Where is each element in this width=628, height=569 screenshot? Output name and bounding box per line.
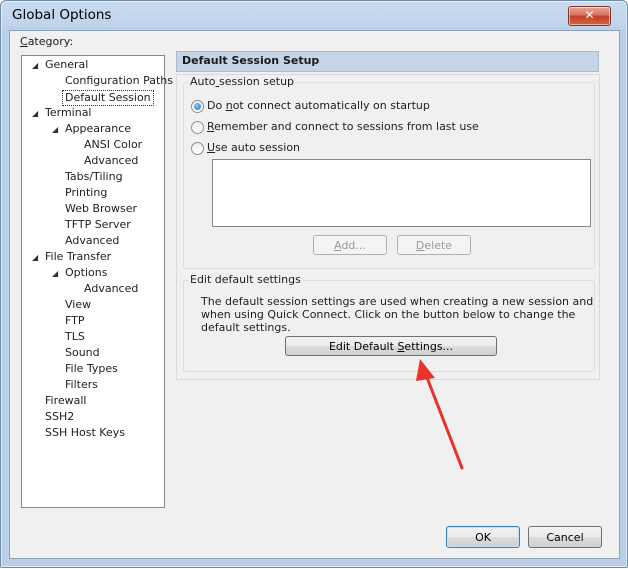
annotation-arrow: [416, 359, 464, 470]
annotation-arrow-overlay: [416, 359, 464, 470]
global-options-window: Global Options ✕ Category: ◢ General Confi…: [0, 0, 628, 568]
